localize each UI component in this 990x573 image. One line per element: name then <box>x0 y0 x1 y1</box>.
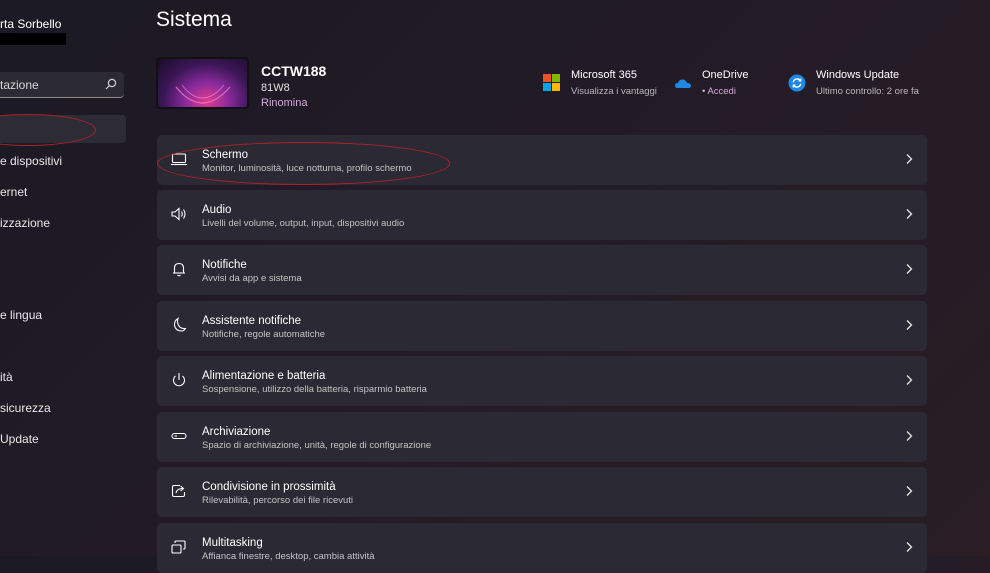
sidebar-item-rete-internet[interactable]: ernet <box>0 185 27 199</box>
card-subtitle: Spazio di archiviazione, unità, regole d… <box>202 440 432 451</box>
quick-link-subtitle: • Accedi <box>702 86 736 97</box>
microsoft-365-icon <box>543 74 561 92</box>
settings-card-audio[interactable]: Audio Livelli del volume, output, input,… <box>157 190 927 240</box>
settings-card-assistente-notifiche[interactable]: Assistente notifiche Notifiche, regole a… <box>157 301 927 351</box>
power-icon <box>170 371 188 389</box>
chevron-right-icon <box>905 319 913 331</box>
storage-icon <box>170 427 188 445</box>
sidebar-item-privacy-sicurezza[interactable]: sicurezza <box>0 401 51 415</box>
device-name: CCTW188 <box>261 63 327 79</box>
sidebar-item-accessibilita[interactable]: ità <box>0 370 13 384</box>
settings-card-condivisione-prossimita[interactable]: Condivisione in prossimità Rilevabilità,… <box>157 467 927 517</box>
card-subtitle: Notifiche, regole automatiche <box>202 329 326 340</box>
chevron-right-icon <box>905 374 913 386</box>
onedrive-icon <box>674 74 692 92</box>
settings-card-multitasking[interactable]: Multitasking Affianca finestre, desktop,… <box>157 523 927 573</box>
quick-link-title: Windows Update <box>816 69 900 81</box>
device-model: 81W8 <box>261 82 290 94</box>
share-icon <box>170 482 188 500</box>
sidebar-item-dispositivi[interactable]: e dispositivi <box>0 154 62 168</box>
card-subtitle: Rilevabilità, percorso dei file ricevuti <box>202 495 354 506</box>
sidebar: rta Sorbello tazione e dispositivi ernet… <box>0 0 140 556</box>
quick-link-microsoft-365[interactable]: Microsoft 365 Visualizza i vantaggi <box>543 68 673 100</box>
quick-link-title: OneDrive <box>702 69 749 81</box>
search-icon[interactable] <box>104 77 118 91</box>
card-title: Archiviazione <box>202 426 271 438</box>
windows-update-icon <box>788 74 806 92</box>
sidebar-item-sistema-selected[interactable] <box>0 115 126 143</box>
page-title: Sistema <box>156 8 232 31</box>
chevron-right-icon <box>905 430 913 442</box>
settings-card-alimentazione[interactable]: Alimentazione e batteria Sospensione, ut… <box>157 356 927 406</box>
chevron-right-icon <box>905 153 913 165</box>
user-name: rta Sorbello <box>0 17 62 31</box>
card-subtitle: Avvisi da app e sistema <box>202 273 302 284</box>
chevron-right-icon <box>905 541 913 553</box>
quick-link-title: Microsoft 365 <box>571 69 638 81</box>
device-thumbnail <box>156 57 249 109</box>
search-input[interactable]: tazione <box>0 72 124 98</box>
sidebar-item-windows-update[interactable]: Update <box>0 432 39 446</box>
monitor-icon <box>170 150 188 168</box>
chevron-right-icon <box>905 485 913 497</box>
multitasking-icon <box>170 538 188 556</box>
chevron-right-icon <box>905 263 913 275</box>
chevron-right-icon <box>905 208 913 220</box>
settings-card-notifiche[interactable]: Notifiche Avvisi da app e sistema <box>157 245 927 295</box>
settings-card-schermo[interactable]: Schermo Monitor, luminosità, luce nottur… <box>157 135 927 185</box>
user-email-redacted <box>0 33 66 45</box>
search-placeholder: tazione <box>0 78 39 92</box>
card-subtitle: Monitor, luminosità, luce notturna, prof… <box>202 163 412 174</box>
quick-link-onedrive[interactable]: OneDrive • Accedi <box>674 68 774 100</box>
card-title: Notifiche <box>202 259 247 271</box>
card-title: Condivisione in prossimità <box>202 481 336 493</box>
quick-link-subtitle: Visualizza i vantaggi <box>571 86 657 97</box>
card-title: Assistente notifiche <box>202 315 302 327</box>
card-subtitle: Affianca finestre, desktop, cambia attiv… <box>202 551 375 562</box>
moon-icon <box>170 316 188 334</box>
card-title: Multitasking <box>202 537 263 549</box>
card-title: Schermo <box>202 149 249 161</box>
settings-card-archiviazione[interactable]: Archiviazione Spazio di archiviazione, u… <box>157 412 927 462</box>
card-subtitle: Sospensione, utilizzo della batteria, ri… <box>202 384 427 395</box>
card-title: Alimentazione e batteria <box>202 370 326 382</box>
bell-icon <box>170 260 188 278</box>
quick-link-windows-update[interactable]: Windows Update Ultimo controllo: 2 ore f… <box>788 68 928 100</box>
speaker-icon <box>170 205 188 223</box>
sidebar-item-personalizzazione[interactable]: izzazione <box>0 216 50 230</box>
rename-link[interactable]: Rinomina <box>261 97 307 109</box>
card-title: Audio <box>202 204 232 216</box>
quick-link-subtitle: Ultimo controllo: 2 ore fa <box>816 86 919 97</box>
sidebar-item-lingua[interactable]: e lingua <box>0 308 42 322</box>
card-subtitle: Livelli del volume, output, input, dispo… <box>202 218 405 229</box>
